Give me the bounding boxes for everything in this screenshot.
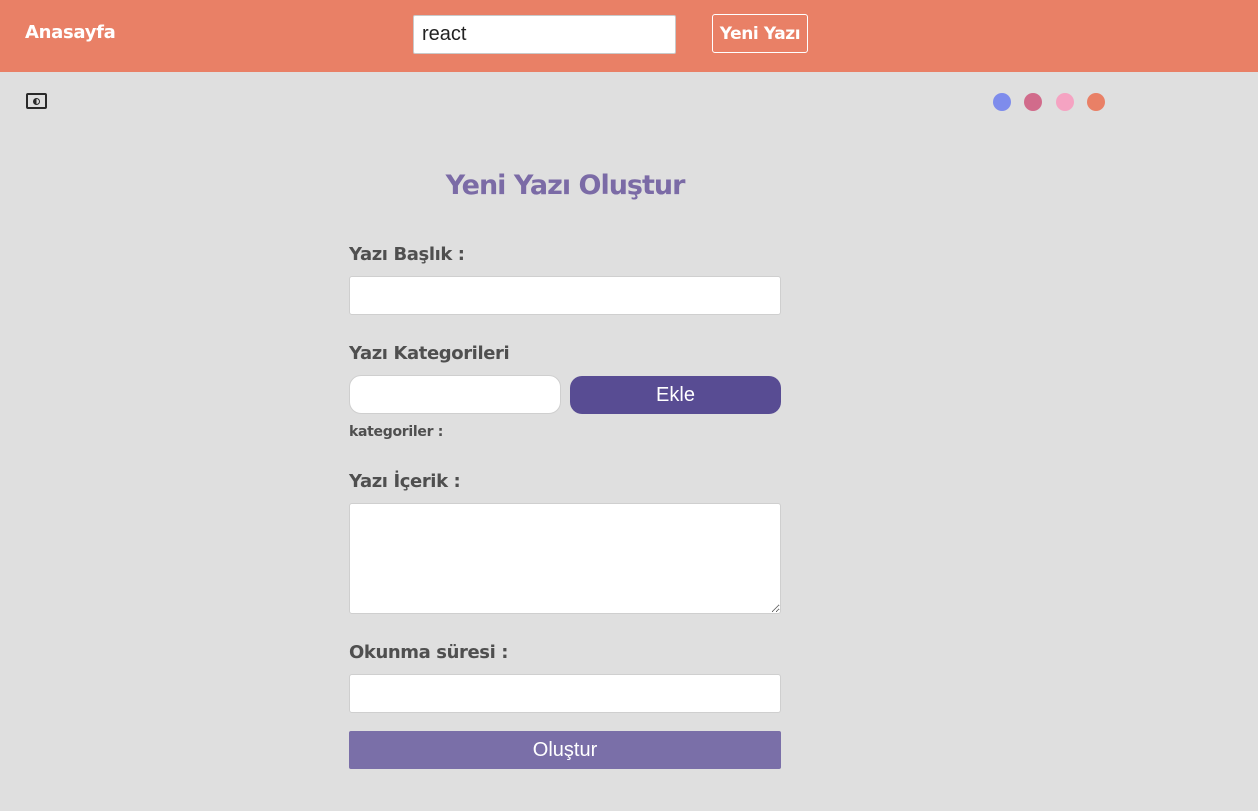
color-swatch-pink[interactable] (1056, 93, 1074, 111)
color-swatch-coral[interactable] (1087, 93, 1105, 111)
create-post-button[interactable]: Oluştur (349, 731, 781, 769)
color-swatch-rose[interactable] (1024, 93, 1042, 111)
post-title-input[interactable] (349, 276, 781, 315)
category-input[interactable] (349, 375, 561, 414)
categories-list-label: kategoriler : (349, 424, 444, 440)
add-category-button[interactable]: Ekle (570, 376, 781, 414)
content-label: Yazı İçerik : (349, 471, 461, 492)
top-navbar: Anasayfa Yeni Yazı (0, 0, 1258, 72)
categories-label: Yazı Kategorileri (349, 343, 510, 364)
color-swatch-blue[interactable] (993, 93, 1011, 111)
page-title: Yeni Yazı Oluştur (445, 170, 686, 201)
contrast-toggle-icon[interactable] (26, 93, 47, 109)
home-link[interactable]: Anasayfa (25, 22, 116, 43)
reading-time-label: Okunma süresi : (349, 642, 509, 663)
post-title-label: Yazı Başlık : (349, 244, 465, 265)
half-circle-icon (33, 98, 40, 105)
new-post-button[interactable]: Yeni Yazı (712, 14, 808, 53)
reading-time-input[interactable] (349, 674, 781, 713)
content-textarea[interactable] (349, 503, 781, 614)
search-input[interactable] (413, 15, 676, 54)
